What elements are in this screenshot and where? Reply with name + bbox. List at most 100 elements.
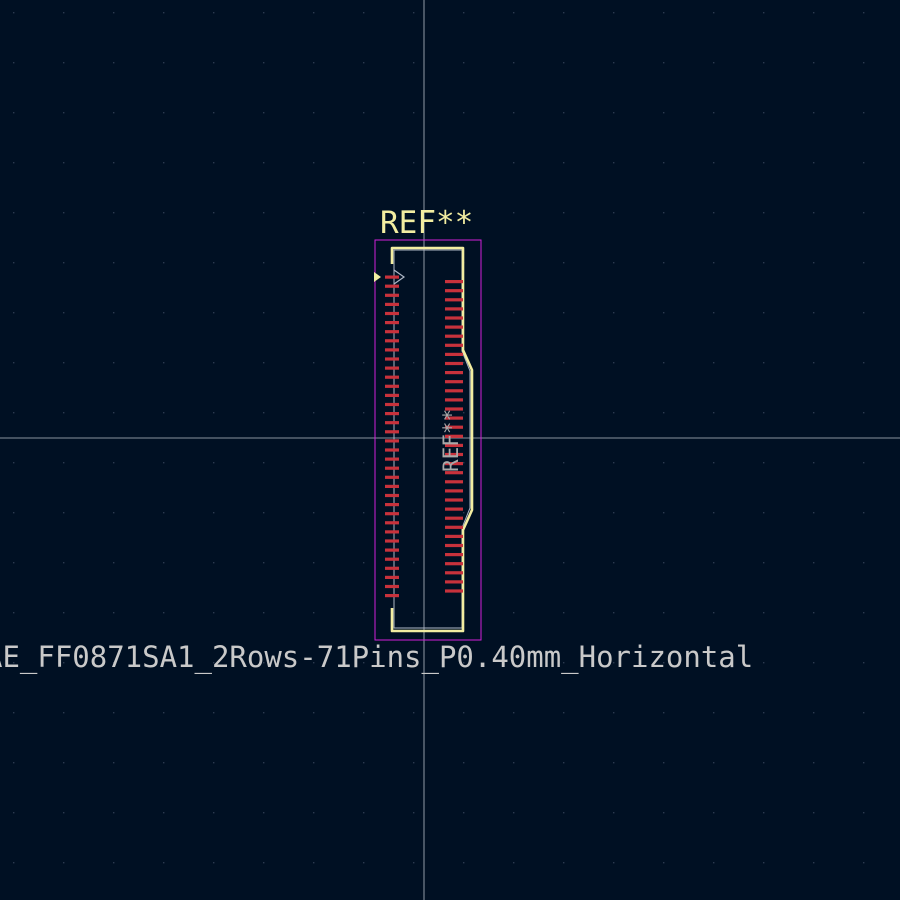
- pad-left[interactable]: [385, 357, 399, 361]
- grid-dot: [13, 762, 15, 764]
- grid-dot: [213, 62, 215, 64]
- pad-left[interactable]: [385, 311, 399, 316]
- grid-dot: [663, 712, 665, 714]
- pad-left[interactable]: [385, 330, 399, 334]
- pad-left[interactable]: [385, 348, 399, 352]
- pad-left[interactable]: [385, 393, 399, 397]
- grid-dot: [13, 162, 15, 164]
- pad-right[interactable]: [445, 489, 463, 493]
- pad-left[interactable]: [385, 566, 399, 570]
- pad-left[interactable]: [385, 575, 399, 579]
- grid-dot: [113, 562, 115, 564]
- grid-dot: [213, 262, 215, 264]
- pad-right[interactable]: [445, 361, 463, 366]
- pad-left[interactable]: [385, 302, 399, 306]
- pad-left[interactable]: [385, 412, 399, 416]
- grid-dot: [263, 412, 265, 414]
- pad-left[interactable]: [385, 421, 399, 425]
- pad-right[interactable]: [445, 298, 463, 302]
- grid-dot: [163, 812, 165, 814]
- pad-right[interactable]: [445, 543, 463, 548]
- pad-right[interactable]: [445, 280, 463, 284]
- grid-dot: [213, 462, 215, 464]
- grid-dot: [313, 612, 315, 614]
- grid-dot: [13, 262, 15, 264]
- pad-right[interactable]: [445, 553, 463, 557]
- pad-right[interactable]: [445, 480, 463, 484]
- pad-left[interactable]: [385, 493, 399, 498]
- pad-right[interactable]: [445, 507, 463, 511]
- pad-left[interactable]: [385, 539, 399, 543]
- pad-right[interactable]: [445, 516, 463, 520]
- pad-right[interactable]: [445, 389, 463, 393]
- grid-dot: [863, 312, 865, 314]
- grid-dot: [663, 162, 665, 164]
- pad-right[interactable]: [445, 525, 463, 529]
- pad-right[interactable]: [445, 371, 463, 375]
- pad-left[interactable]: [385, 275, 399, 279]
- grid-dot: [713, 312, 715, 314]
- grid-dot: [663, 312, 665, 314]
- pad-right[interactable]: [445, 316, 463, 320]
- pad-left[interactable]: [385, 584, 399, 589]
- pad-left[interactable]: [385, 466, 399, 470]
- pad-left[interactable]: [385, 366, 399, 370]
- grid-dot: [463, 12, 465, 14]
- reference-designator-fab[interactable]: REF**: [439, 409, 463, 472]
- pad-left[interactable]: [385, 402, 399, 407]
- pad-left[interactable]: [385, 321, 399, 325]
- pad-left[interactable]: [385, 339, 399, 343]
- grid-dot: [763, 562, 765, 564]
- pad-left[interactable]: [385, 439, 399, 443]
- pad-left[interactable]: [385, 448, 399, 452]
- pad-left[interactable]: [385, 375, 399, 379]
- footprint-value-text[interactable]: AE_FF0871SA1_2Rows-71Pins_P0.40mm_Horizo…: [0, 640, 753, 675]
- pad-right[interactable]: [445, 562, 463, 566]
- grid-dot: [363, 762, 365, 764]
- grid-dot: [13, 612, 15, 614]
- grid-dot: [463, 812, 465, 814]
- grid-dot: [363, 512, 365, 514]
- pad-right[interactable]: [445, 334, 463, 338]
- grid-dot: [63, 12, 65, 14]
- pad-right[interactable]: [445, 580, 463, 584]
- pad-right[interactable]: [445, 571, 463, 575]
- pad-left[interactable]: [385, 530, 399, 534]
- pad-right[interactable]: [445, 289, 463, 293]
- pad-left[interactable]: [385, 503, 399, 507]
- pad-right[interactable]: [445, 398, 463, 402]
- grid-dot: [513, 462, 515, 464]
- pad-right[interactable]: [445, 498, 463, 502]
- pad-right[interactable]: [445, 352, 463, 356]
- pad-right[interactable]: [445, 343, 463, 347]
- grid-dot: [663, 12, 665, 14]
- grid-dot: [13, 712, 15, 714]
- pad-left[interactable]: [385, 521, 399, 525]
- grid-dot: [613, 362, 615, 364]
- grid-dot: [863, 712, 865, 714]
- pad-left[interactable]: [385, 548, 399, 552]
- grid-dot: [863, 462, 865, 464]
- pad-left[interactable]: [385, 284, 399, 288]
- pad-left[interactable]: [385, 512, 399, 516]
- grid-dot: [763, 862, 765, 864]
- reference-designator-silk[interactable]: REF**: [380, 205, 473, 241]
- pad-left[interactable]: [385, 457, 399, 461]
- grid-dot: [663, 62, 665, 64]
- pad-right[interactable]: [445, 380, 463, 384]
- pad-left[interactable]: [385, 557, 399, 561]
- pad-right[interactable]: [445, 589, 463, 593]
- pad-left[interactable]: [385, 594, 399, 598]
- grid-dot: [713, 562, 715, 564]
- pcb-footprint-canvas[interactable]: REF** REF** AE_FF0871SA1_2Rows-71Pins_P0…: [0, 0, 900, 900]
- pad-right[interactable]: [445, 325, 463, 329]
- pad-right[interactable]: [445, 307, 463, 311]
- pad-left[interactable]: [385, 484, 399, 488]
- pad-left[interactable]: [385, 430, 399, 434]
- pad-left[interactable]: [385, 293, 399, 297]
- pad-right[interactable]: [445, 534, 463, 538]
- grid-dot: [863, 212, 865, 214]
- grid-dot: [813, 612, 815, 614]
- pad-left[interactable]: [385, 384, 399, 388]
- pad-left[interactable]: [385, 475, 399, 479]
